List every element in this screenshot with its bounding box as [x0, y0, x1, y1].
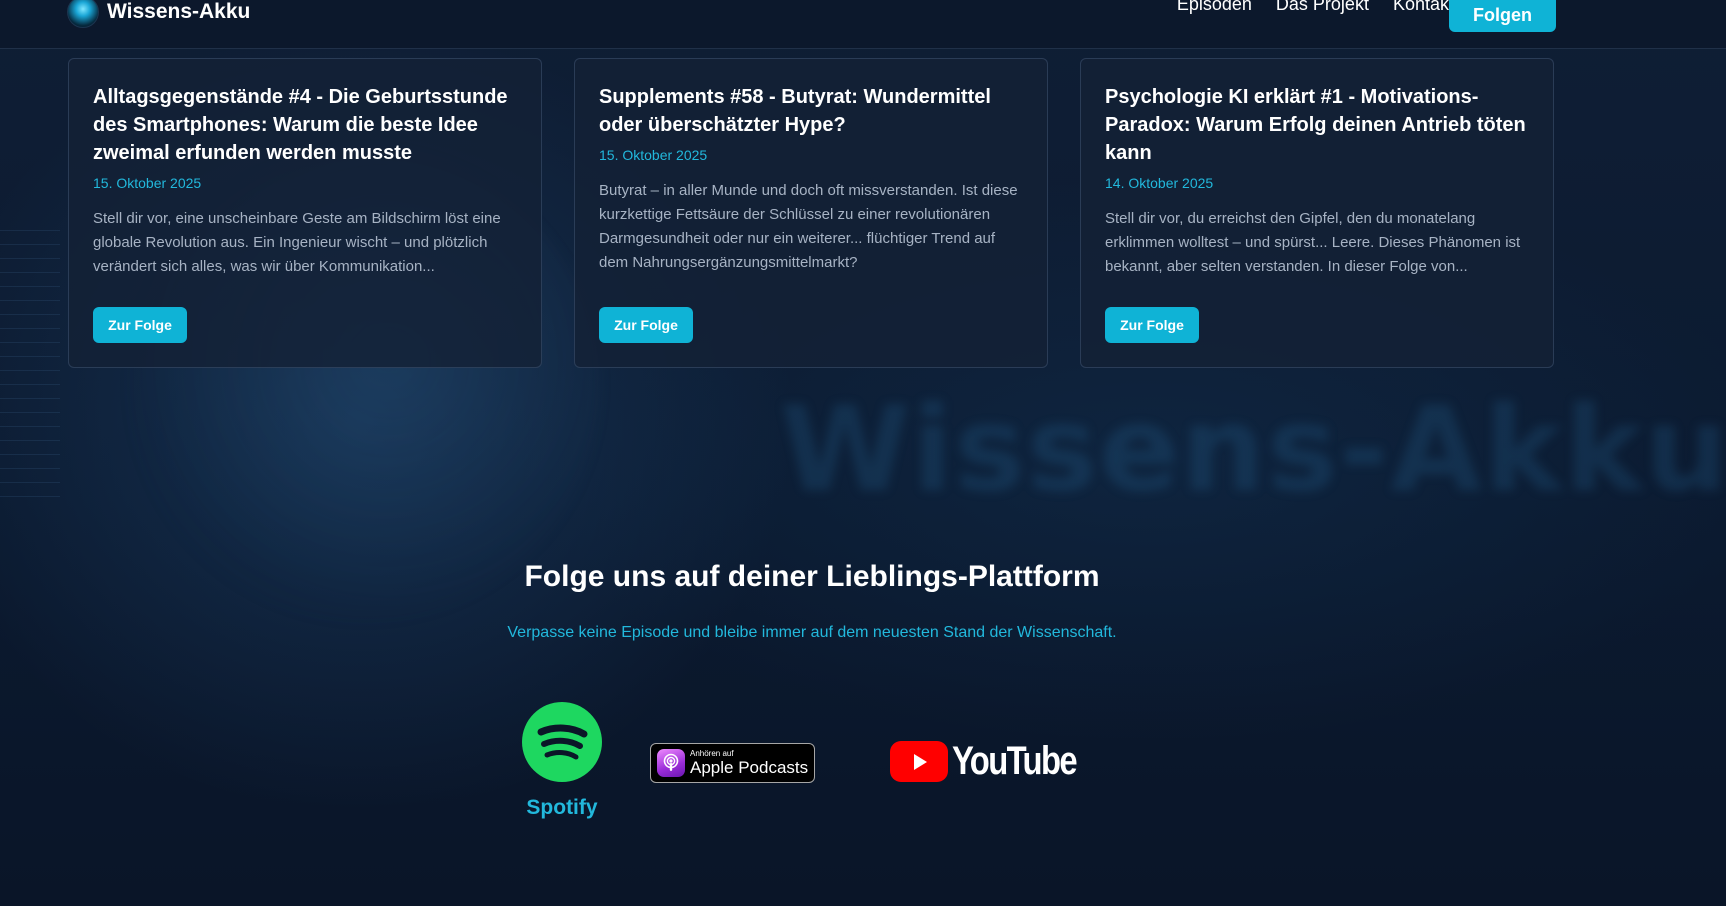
youtube-wordmark: YouTube — [952, 739, 1078, 783]
episode-date: 14. Oktober 2025 — [1105, 175, 1214, 191]
episode-cards: Alltagsgegenstände #4 - Die Geburtsstund… — [68, 58, 1556, 368]
episode-link-button[interactable]: Zur Folge — [599, 307, 693, 343]
youtube-link[interactable]: YouTube — [890, 739, 1103, 784]
episode-card: Alltagsgegenstände #4 - Die Geburtsstund… — [68, 58, 542, 368]
episode-link-button[interactable]: Zur Folge — [93, 307, 187, 343]
main-nav: Episoden Das Projekt Kontakt — [1177, 0, 1454, 15]
episode-excerpt: Stell dir vor, eine unscheinbare Geste a… — [93, 210, 501, 275]
apple-podcasts-small-label: Anhören auf — [690, 749, 734, 758]
youtube-play-icon — [890, 741, 948, 782]
episode-date: 15. Oktober 2025 — [93, 175, 202, 191]
apple-podcasts-label: Apple Podcasts — [690, 758, 809, 777]
nav-link-episoden[interactable]: Episoden — [1177, 0, 1252, 15]
episode-excerpt: Stell dir vor, du erreichst den Gipfel, … — [1105, 210, 1521, 275]
spotify-link[interactable]: Spotify — [522, 702, 602, 820]
episode-title: Psychologie KI erklärt #1 - Motivations-… — [1105, 86, 1526, 164]
episode-card: Supplements #58 - Butyrat: Wundermittel … — [574, 58, 1048, 368]
nav-link-das-projekt[interactable]: Das Projekt — [1276, 0, 1369, 15]
episode-title: Supplements #58 - Butyrat: Wundermittel … — [599, 86, 991, 136]
episode-link-button[interactable]: Zur Folge — [1105, 307, 1199, 343]
brand-logo-icon — [67, 0, 99, 28]
follow-subtitle: Verpasse keine Episode und bleibe immer … — [507, 624, 1117, 641]
follow-heading: Folge uns auf deiner Lieblings-Plattform — [524, 560, 1100, 593]
spotify-label: Spotify — [526, 796, 598, 819]
brand-name: Wissens-Akku — [107, 0, 251, 23]
apple-podcasts-icon — [657, 749, 685, 777]
episode-date: 15. Oktober 2025 — [599, 147, 708, 163]
background-watermark: Wissens-Akku — [780, 380, 1726, 518]
brand-link[interactable]: Wissens-Akku — [67, 0, 250, 28]
background-circuit-lines — [0, 230, 60, 510]
apple-podcasts-text: Anhören auf Apple Podcasts — [690, 749, 809, 777]
episode-title: Alltagsgegenstände #4 - Die Geburtsstund… — [93, 86, 508, 164]
site-header: Wissens-Akku Episoden Das Projekt Kontak… — [0, 0, 1726, 49]
follow-button[interactable]: Folgen — [1449, 0, 1556, 32]
spotify-icon — [522, 702, 602, 782]
episode-excerpt: Butyrat – in aller Munde und doch oft mi… — [599, 182, 1018, 271]
episode-card: Psychologie KI erklärt #1 - Motivations-… — [1080, 58, 1554, 368]
apple-podcasts-badge[interactable]: Anhören auf Apple Podcasts — [650, 743, 815, 783]
nav-link-kontakt[interactable]: Kontakt — [1393, 0, 1454, 15]
follow-section: Folge uns auf deiner Lieblings-Plattform… — [0, 560, 1624, 642]
